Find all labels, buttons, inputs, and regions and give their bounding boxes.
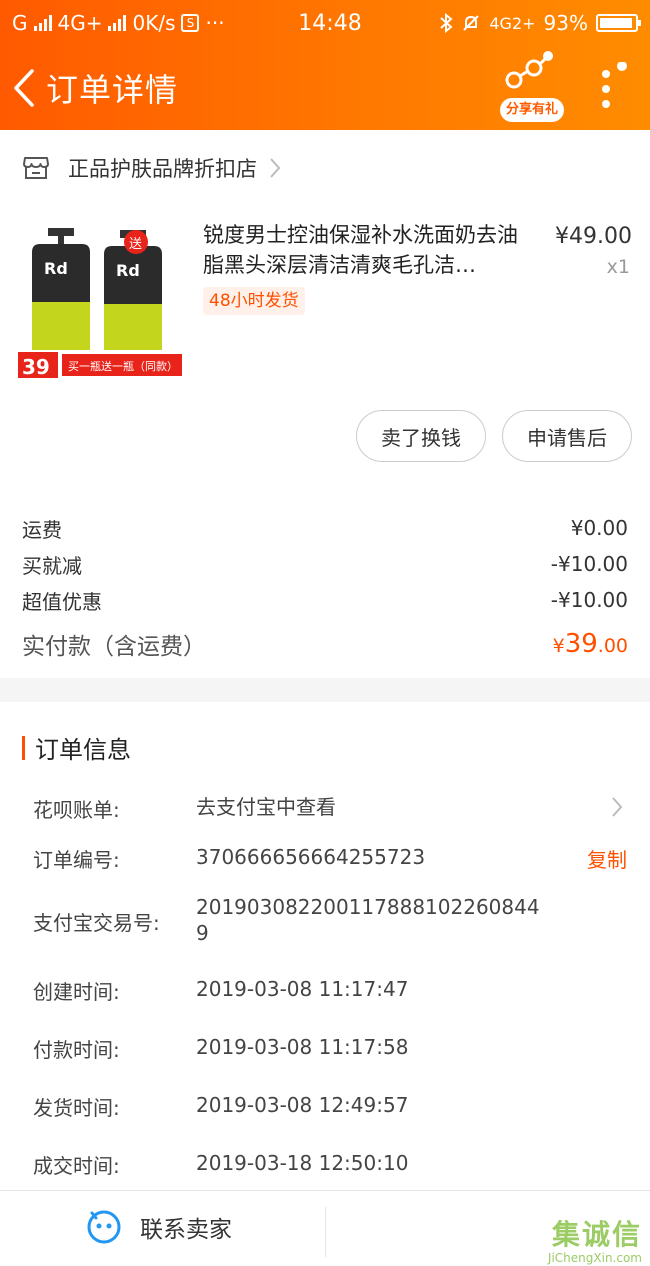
watermark-text: 集诚信 bbox=[551, 1218, 642, 1251]
store-icon bbox=[23, 157, 49, 179]
chat-bot-icon bbox=[87, 1210, 121, 1244]
chevron-left-icon bbox=[14, 69, 34, 107]
info-label: 花呗账单: bbox=[33, 798, 120, 822]
carrier-label: G bbox=[12, 11, 28, 35]
mute-bell-icon bbox=[463, 15, 480, 31]
fee-value: ¥0.00 bbox=[570, 516, 628, 540]
order-number-row: 订单编号: 370666656664255723 复制 bbox=[33, 844, 633, 874]
header: G 4G+ 0K/s S ··· 14:48 4G2+ 93% 订单详情 分享有… bbox=[0, 0, 650, 130]
fee-summary: 运费 ¥0.00 买就减 -¥10.00 超值优惠 -¥10.00 实付款（含运… bbox=[22, 510, 628, 668]
info-value: 2019-03-08 12:49:57 bbox=[196, 1093, 409, 1117]
status-bar: G 4G+ 0K/s S ··· 14:48 4G2+ 93% bbox=[0, 0, 650, 46]
net-speed: 0K/s bbox=[132, 11, 176, 35]
share-button[interactable]: 分享有礼 bbox=[500, 50, 564, 124]
created-time-row: 创建时间: 2019-03-08 11:17:47 bbox=[33, 976, 633, 1006]
bluetooth-icon bbox=[440, 13, 453, 33]
store-name: 正品护肤品牌折扣店 bbox=[68, 157, 257, 181]
network-type: 4G+ bbox=[57, 11, 103, 35]
info-value: 2019-03-08 11:17:47 bbox=[196, 977, 409, 1001]
info-label: 成交时间: bbox=[33, 1154, 120, 1178]
info-label: 支付宝交易号: bbox=[33, 911, 160, 935]
fee-label: 运费 bbox=[22, 517, 62, 542]
shipping-tag: 48小时发货 bbox=[203, 287, 305, 315]
signal-icon bbox=[33, 15, 52, 31]
watermark: 集诚信 JiChengXin.com bbox=[548, 1213, 642, 1265]
fee-row: 买就减 -¥10.00 bbox=[22, 546, 628, 582]
divider bbox=[325, 1207, 326, 1257]
store-row[interactable]: 正品护肤品牌折扣店 bbox=[0, 130, 650, 206]
fee-row: 运费 ¥0.00 bbox=[22, 510, 628, 546]
shipped-time-row: 发货时间: 2019-03-08 12:49:57 bbox=[33, 1092, 633, 1122]
info-label: 创建时间: bbox=[33, 980, 120, 1004]
back-button[interactable] bbox=[4, 46, 44, 130]
promo-price: 39 bbox=[22, 355, 50, 379]
network-4g2: 4G2+ bbox=[489, 13, 536, 33]
total-integer: 39 bbox=[564, 629, 598, 659]
order-number: 370666656664255723 bbox=[196, 845, 426, 869]
order-info-section: 订单信息 花呗账单: 去支付宝中查看 订单编号: 370666656664255… bbox=[0, 702, 650, 1190]
chevron-right-icon bbox=[270, 158, 281, 178]
contact-seller-label: 联系卖家 bbox=[140, 1217, 232, 1243]
info-value: 去支付宝中查看 bbox=[196, 795, 336, 819]
clock: 14:48 bbox=[298, 10, 362, 36]
order-card: 正品护肤品牌折扣店 Rd Rd 送 39 买一瓶送一瓶（同款） 锐度男士控油保湿… bbox=[0, 130, 650, 678]
bottom-bar: 联系卖家 集诚信 JiChengXin.com bbox=[0, 1190, 650, 1266]
order-info-header: 订单信息 bbox=[22, 730, 131, 765]
product-title[interactable]: 锐度男士控油保湿补水洗面奶去油脂黑头深层清洁清爽毛孔洁… bbox=[203, 220, 533, 280]
svg-text:Rd: Rd bbox=[116, 261, 140, 280]
page-title: 订单详情 bbox=[46, 71, 179, 109]
total-amount: ¥39.00 bbox=[553, 629, 628, 659]
fee-value: -¥10.00 bbox=[550, 552, 628, 576]
paid-time-row: 付款时间: 2019-03-08 11:17:58 bbox=[33, 1034, 633, 1064]
more-button[interactable] bbox=[596, 61, 636, 122]
total-row: 实付款（含运费） ¥39.00 bbox=[22, 620, 628, 668]
navbar: 订单详情 分享有礼 bbox=[0, 46, 650, 130]
info-value: 2019-03-18 12:50:10 bbox=[196, 1151, 409, 1175]
chevron-right-icon bbox=[612, 797, 623, 817]
order-info-title: 订单信息 bbox=[35, 736, 131, 764]
watermark-url: JiChengXin.com bbox=[547, 1251, 642, 1265]
battery-percent: 93% bbox=[543, 11, 588, 35]
more-vertical-icon bbox=[602, 61, 627, 108]
svg-text:Rd: Rd bbox=[44, 259, 68, 278]
sell-button[interactable]: 卖了换钱 bbox=[356, 410, 486, 462]
total-decimal: .00 bbox=[597, 635, 628, 657]
product-image[interactable]: Rd Rd 送 39 买一瓶送一瓶（同款） bbox=[18, 222, 184, 382]
completed-time-row: 成交时间: 2019-03-18 12:50:10 bbox=[33, 1150, 633, 1180]
battery-icon bbox=[596, 14, 641, 32]
share-label: 分享有礼 bbox=[500, 98, 564, 122]
fee-value: -¥10.00 bbox=[550, 588, 628, 612]
huabei-row[interactable]: 花呗账单: 去支付宝中查看 bbox=[33, 794, 633, 824]
signal-icon-2 bbox=[108, 15, 127, 31]
product-price: ¥49.00 bbox=[555, 224, 632, 249]
gift-badge: 送 bbox=[129, 237, 142, 252]
promo-text: 买一瓶送一瓶（同款） bbox=[68, 359, 178, 373]
section-accent-bar bbox=[22, 735, 25, 760]
fee-label: 超值优惠 bbox=[22, 589, 102, 614]
info-label: 订单编号: bbox=[33, 848, 120, 872]
info-label: 付款时间: bbox=[33, 1038, 120, 1062]
fee-label: 买就减 bbox=[22, 553, 82, 578]
total-currency: ¥ bbox=[552, 635, 565, 657]
fee-row: 超值优惠 -¥10.00 bbox=[22, 582, 628, 618]
alipay-trade-row: 支付宝交易号: 2019030822001178881022608449 bbox=[33, 894, 633, 950]
alipay-trade-number: 2019030822001178881022608449 bbox=[196, 895, 540, 945]
contact-seller-button[interactable]: 联系卖家 bbox=[86, 1209, 232, 1245]
share-icon bbox=[505, 51, 553, 89]
info-label: 发货时间: bbox=[33, 1096, 120, 1120]
total-label: 实付款（含运费） bbox=[22, 634, 206, 660]
more-status-icon: ··· bbox=[205, 11, 225, 35]
after-sale-button[interactable]: 申请售后 bbox=[502, 410, 632, 462]
copy-button[interactable]: 复制 bbox=[587, 844, 627, 873]
product-quantity: x1 bbox=[606, 256, 630, 278]
sim-icon: S bbox=[181, 14, 200, 32]
info-value: 2019-03-08 11:17:58 bbox=[196, 1035, 409, 1059]
